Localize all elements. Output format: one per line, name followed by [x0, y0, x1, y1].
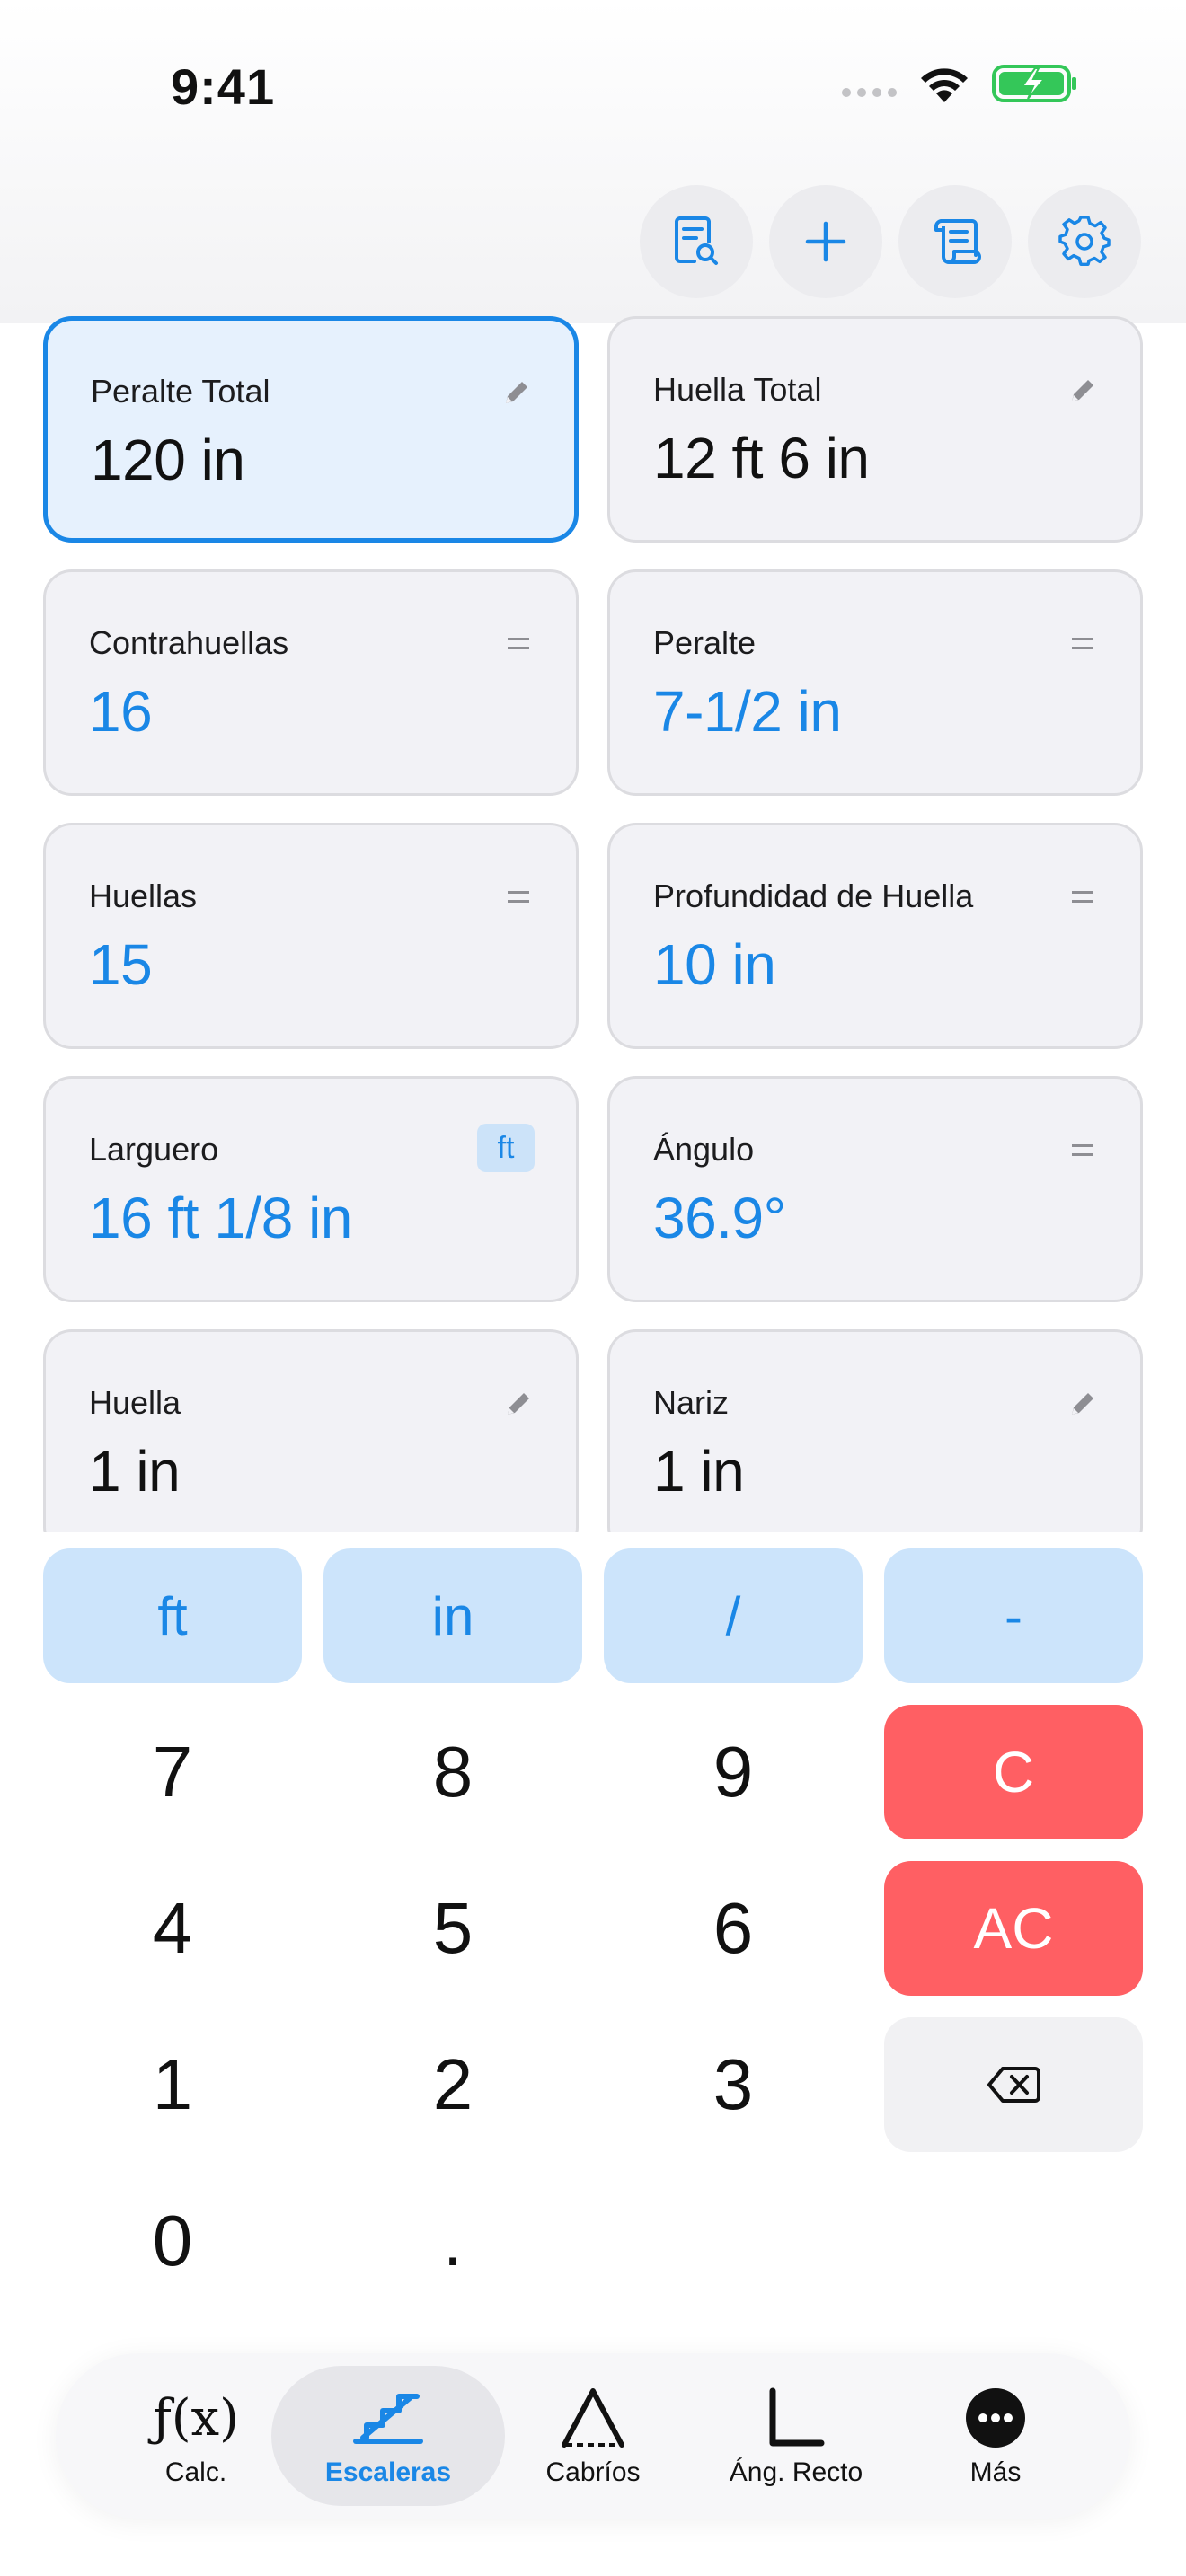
stairs-icon	[353, 2394, 423, 2444]
backspace-button[interactable]	[884, 2017, 1143, 2152]
equals-icon	[1065, 1133, 1101, 1169]
key-9[interactable]: 9	[604, 1705, 863, 1839]
key-8[interactable]: 8	[323, 1705, 582, 1839]
tab-stairs[interactable]: Escaleras	[271, 2366, 505, 2506]
key-decimal[interactable]: .	[323, 2174, 582, 2308]
clear-button[interactable]: C	[884, 1705, 1143, 1839]
field-label: Profundidad de Huella	[653, 878, 974, 914]
pencil-icon	[499, 375, 535, 410]
key-3[interactable]: 3	[604, 2017, 863, 2152]
tab-label: Cabríos	[545, 2457, 641, 2487]
key-4[interactable]: 4	[43, 1861, 302, 1996]
field-value: 36.9°	[653, 1186, 786, 1250]
tab-label: Escaleras	[324, 2457, 452, 2487]
field-value: 7-1/2 in	[653, 679, 842, 744]
field-angle[interactable]: Ángulo 36.9°	[607, 1076, 1143, 1302]
field-tread[interactable]: Huella 1 in	[43, 1329, 579, 1532]
unit-badge[interactable]: ft	[477, 1124, 535, 1172]
equals-icon	[500, 879, 536, 915]
backspace-icon	[987, 2067, 1040, 2103]
field-value: 10 in	[653, 932, 776, 997]
tab-label: Áng. Recto	[729, 2457, 863, 2487]
field-total-run[interactable]: Huella Total 12 ft 6 in	[607, 316, 1143, 543]
status-time: 9:41	[171, 58, 276, 115]
key-2[interactable]: 2	[323, 2017, 582, 2152]
field-label: Huella Total	[653, 371, 822, 408]
pencil-icon	[1065, 1386, 1101, 1422]
cellular-signal-icon	[842, 88, 897, 97]
field-value: 120 in	[91, 428, 245, 492]
field-label: Larguero	[89, 1131, 219, 1168]
field-treads[interactable]: Huellas 15	[43, 823, 579, 1049]
history-search-button[interactable]	[640, 185, 753, 298]
field-risers[interactable]: Contrahuellas 16	[43, 569, 579, 796]
doc-search-icon	[675, 216, 718, 265]
field-rise[interactable]: Peralte 7-1/2 in	[607, 569, 1143, 796]
field-label: Peralte	[653, 624, 757, 661]
key-5[interactable]: 5	[323, 1861, 582, 1996]
settings-button[interactable]	[1028, 185, 1141, 298]
key-dash[interactable]: -	[884, 1548, 1143, 1683]
field-stringer[interactable]: Larguero 16 ft 1/8 in ft	[43, 1076, 579, 1302]
key-0[interactable]: 0	[43, 2174, 302, 2308]
tab-label: Más	[969, 2457, 1022, 2487]
field-label: Nariz	[653, 1384, 730, 1421]
field-label: Huella	[89, 1384, 181, 1421]
equals-icon	[1065, 879, 1101, 915]
key-6[interactable]: 6	[604, 1861, 863, 1996]
key-7[interactable]: 7	[43, 1705, 302, 1839]
field-value: 1 in	[89, 1439, 181, 1504]
wifi-icon	[921, 68, 968, 102]
field-value: 16	[89, 679, 153, 744]
plus-icon	[805, 221, 846, 262]
scroll-icon	[934, 219, 981, 264]
equals-icon	[500, 626, 536, 662]
tab-right-angle[interactable]: Áng. Recto	[679, 2366, 913, 2506]
more-icon	[966, 2388, 1025, 2448]
field-tread-depth[interactable]: Profundidad de Huella 10 in	[607, 823, 1143, 1049]
field-value: 16 ft 1/8 in	[89, 1186, 352, 1250]
key-inches[interactable]: in	[323, 1548, 582, 1683]
field-label: Huellas	[89, 878, 198, 914]
field-total-rise[interactable]: Peralte Total 120 in	[43, 316, 579, 543]
gear-icon	[1058, 216, 1111, 266]
all-clear-button[interactable]: AC	[884, 1861, 1143, 1996]
key-1[interactable]: 1	[43, 2017, 302, 2152]
field-label: Ángulo	[653, 1131, 755, 1168]
tab-label: Calc.	[164, 2457, 227, 2487]
pencil-icon	[1065, 373, 1101, 409]
battery-charging-icon	[992, 65, 1076, 102]
rafters-icon	[562, 2388, 624, 2448]
stair-fields-grid: Peralte Total 120 in Huella Total 12 ft …	[0, 296, 1186, 1532]
field-value: 12 ft 6 in	[653, 426, 870, 490]
tab-bar: ƒ(x) Calc. Escaleras Cabríos Áng. Recto	[56, 2353, 1130, 2519]
tab-more[interactable]: Más	[879, 2366, 1112, 2506]
status-icons	[842, 63, 1078, 104]
field-label: Peralte Total	[91, 373, 270, 410]
equals-icon	[1065, 626, 1101, 662]
notes-button[interactable]	[898, 185, 1012, 298]
add-button[interactable]	[769, 185, 882, 298]
key-fraction[interactable]: /	[604, 1548, 863, 1683]
field-nosing[interactable]: Nariz 1 in	[607, 1329, 1143, 1532]
field-value: 15	[89, 932, 153, 997]
key-feet[interactable]: ft	[43, 1548, 302, 1683]
right-angle-icon	[769, 2387, 825, 2447]
field-value: 1 in	[653, 1439, 745, 1504]
field-label: Contrahuellas	[89, 624, 289, 661]
function-icon: ƒ(x)	[152, 2388, 239, 2448]
toolbar	[640, 185, 1141, 298]
pencil-icon	[500, 1386, 536, 1422]
tab-rafters[interactable]: Cabríos	[476, 2366, 710, 2506]
